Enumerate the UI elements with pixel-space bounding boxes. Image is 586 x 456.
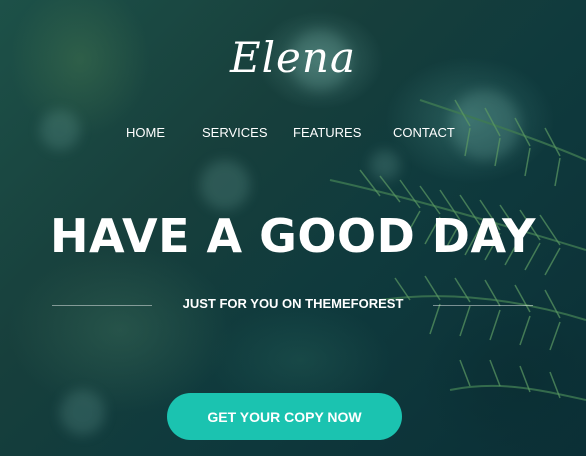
nav-item-home[interactable]: HOME [126,124,165,142]
nav-item-services[interactable]: SERVICES [202,124,268,142]
hero-headline: HAVE A GOOD DAY [50,209,536,263]
hero-tagline: JUST FOR YOU ON THEMEFOREST [182,296,404,311]
nav-item-features[interactable]: FEATURES [293,124,361,142]
get-copy-button[interactable]: GET YOUR COPY NOW [167,393,402,440]
main-nav: HOME SERVICES FEATURES CONTACT [0,124,586,144]
nav-item-contact[interactable]: CONTACT [393,124,455,142]
brand-logo[interactable]: Elena [0,28,586,88]
